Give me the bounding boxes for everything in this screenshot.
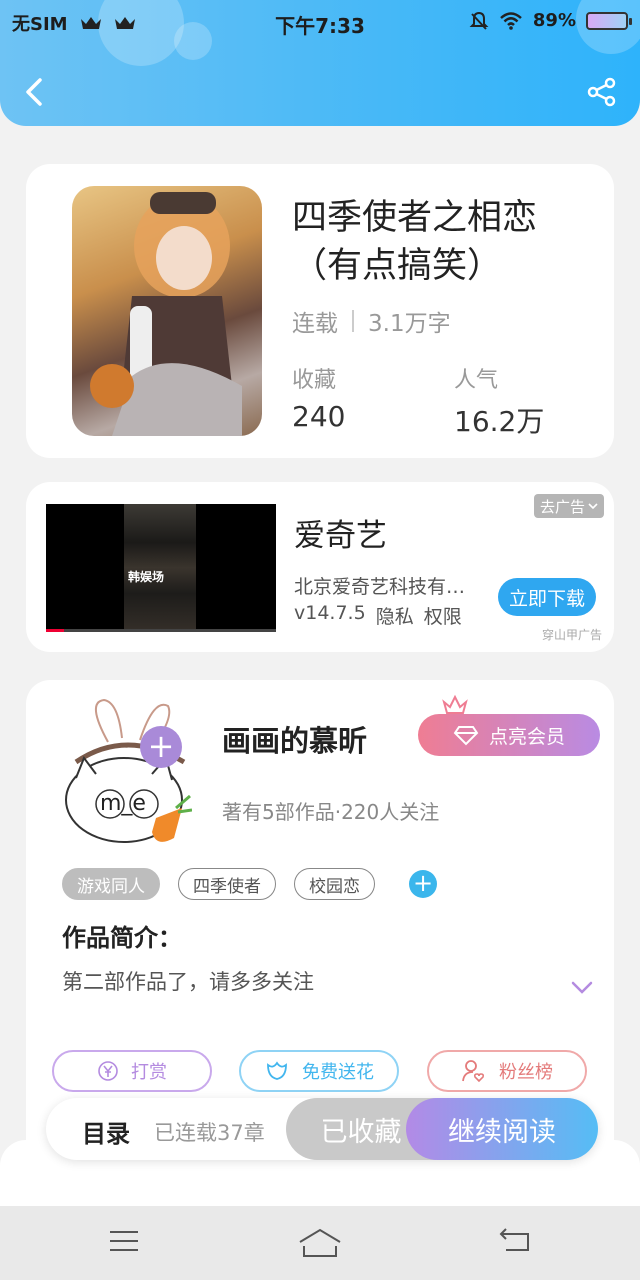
vip-label: 点亮会员: [488, 725, 565, 748]
follow-author-button[interactable]: +: [140, 726, 182, 768]
continue-reading-button[interactable]: 继续阅读: [406, 1098, 598, 1160]
favorites-value: 240: [292, 400, 346, 433]
header: 无SIM 下午7:33 89%: [0, 0, 640, 126]
popularity-value: 16.2万: [454, 405, 545, 438]
remove-ad-button[interactable]: 去广告: [533, 494, 604, 518]
system-nav-bar: [0, 1206, 640, 1280]
back-nav-icon[interactable]: [498, 1226, 532, 1256]
book-title: 四季使者之相恋（有点搞笑）: [292, 198, 538, 286]
vip-button[interactable]: 点亮会员: [418, 714, 600, 756]
fans-ranking-label: 粉丝榜: [499, 1062, 553, 1083]
ad-card[interactable]: 韩娱场 爱奇艺 北京爱奇艺科技有限公司 v14.7.5 隐私 权限 去广告 立即…: [26, 482, 614, 652]
battery-icon: [586, 11, 632, 30]
book-status: 连载: [292, 311, 338, 337]
reward-button[interactable]: 打赏: [52, 1050, 212, 1092]
status-bar: 无SIM 下午7:33 89%: [0, 8, 640, 38]
ad-version-row: v14.7.5 隐私 权限: [294, 602, 462, 629]
book-info-card: 四季使者之相恋（有点搞笑） 连载 3.1万字 收藏 240 人气 16.2万: [26, 164, 614, 458]
chevron-down-icon[interactable]: [570, 980, 594, 996]
video-progress-bar: [46, 629, 276, 632]
menu-icon[interactable]: [108, 1226, 140, 1256]
ad-source-tag: 穿山甲广告: [541, 628, 602, 642]
ad-version: v14.7.5: [294, 602, 366, 624]
book-cover-image: [72, 186, 262, 436]
send-flowers-label: 免费送花: [302, 1062, 374, 1083]
reward-label: 打赏: [131, 1062, 167, 1083]
book-word-count: 3.1万字: [368, 311, 451, 337]
intro-text: 第二部作品了，请多多关注: [62, 970, 314, 994]
ad-company: 北京爱奇艺科技有限公司: [294, 576, 484, 598]
intro-heading: 作品简介：: [62, 924, 182, 952]
ad-privacy-link[interactable]: 隐私: [376, 602, 414, 629]
share-icon[interactable]: [586, 76, 618, 108]
tag-item[interactable]: 校园恋: [294, 868, 375, 900]
diamond-icon: [453, 726, 479, 746]
chevron-down-icon: [588, 503, 598, 510]
author-name: 画画的慕昕: [222, 724, 368, 758]
yen-coin-icon: [98, 1061, 118, 1081]
tag-item[interactable]: 四季使者: [178, 868, 276, 900]
back-icon[interactable]: [20, 74, 50, 110]
bell-muted-icon: [469, 11, 489, 30]
favorites-label: 收藏: [292, 368, 337, 393]
remove-ad-label: 去广告: [539, 497, 585, 516]
video-caption: 韩娱场: [128, 570, 165, 584]
reading-action-bar: 目录 已连载37章 已收藏 继续阅读: [46, 1098, 598, 1160]
user-heart-icon: [462, 1060, 485, 1083]
ad-app-title: 爱奇艺: [294, 518, 387, 554]
avatar-text: m_e: [100, 791, 146, 816]
chapter-count: 已连载37章: [154, 1121, 265, 1145]
author-stats: 著有5部作品·220人关注: [222, 800, 440, 824]
ad-permissions-link[interactable]: 权限: [424, 602, 462, 629]
author-avatar[interactable]: m_e: [56, 692, 192, 848]
fans-ranking-button[interactable]: 粉丝榜: [427, 1050, 587, 1092]
ad-download-button[interactable]: 立即下载: [498, 578, 596, 616]
flower-icon: [267, 1061, 287, 1080]
crown-icon: [442, 694, 468, 714]
battery-percent: 89%: [532, 10, 576, 31]
book-meta: 连载 3.1万字: [292, 304, 451, 338]
divider: [352, 310, 354, 332]
send-flowers-button[interactable]: 免费送花: [239, 1050, 399, 1092]
tag-list: 游戏同人 四季使者 校园恋 +: [62, 868, 437, 900]
home-icon[interactable]: [298, 1226, 342, 1260]
popularity-label: 人气: [454, 368, 499, 393]
add-tag-button[interactable]: +: [409, 870, 437, 898]
ad-video[interactable]: 韩娱场: [46, 504, 276, 632]
wifi-icon: [500, 11, 522, 30]
tag-item[interactable]: 游戏同人: [62, 868, 160, 900]
toc-button[interactable]: 目录: [82, 1114, 130, 1149]
